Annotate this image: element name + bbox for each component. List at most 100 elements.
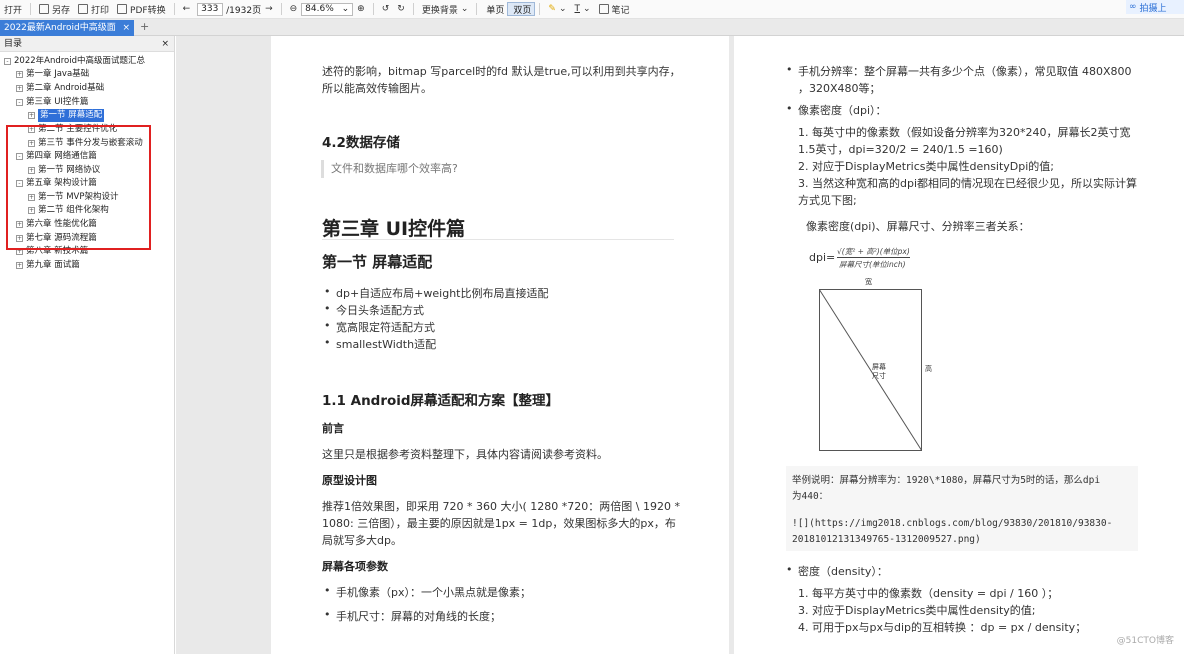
arrow-right-icon: →: [265, 4, 273, 14]
save-as-label: 另存: [52, 5, 71, 16]
outline-item[interactable]: + 第一节 屏幕适配: [28, 109, 105, 122]
diagram-width-label: 宽: [865, 278, 872, 286]
page-number-input[interactable]: 333: [197, 2, 224, 16]
paragraph: 方式见下图;: [798, 194, 857, 207]
screen-diagram: 屏幕 尺寸: [819, 289, 922, 451]
notes-label: 笔记: [611, 5, 630, 16]
next-page-button[interactable]: →: [261, 1, 277, 18]
tab-title: 2022最新Android中高级面试题: [4, 23, 116, 49]
list-item: 手机尺寸：屏幕的对角线的长度；: [324, 608, 501, 624]
expand-icon[interactable]: +: [16, 71, 23, 78]
highlight-button[interactable]: ✎ ⌄: [544, 1, 570, 18]
rotate-right-icon: ↻: [397, 4, 405, 14]
chevron-down-icon: ⌄: [460, 4, 469, 14]
diagram-height-label: 高: [925, 365, 932, 373]
single-page-button[interactable]: 单页: [481, 2, 507, 16]
formula-lhs: dpi=: [809, 251, 836, 264]
capture-button[interactable]: ∞ 拍摄上: [1126, 0, 1184, 14]
outline-item[interactable]: -2022年Android中高级面试题汇总: [4, 55, 145, 68]
divider: [280, 3, 282, 15]
expand-icon[interactable]: +: [16, 262, 23, 269]
paragraph: 推荐1倍效果图，即采用 720 * 360 大小( 1280 *720：两倍图 …: [322, 500, 680, 513]
add-tab-icon[interactable]: +: [140, 20, 149, 33]
single-page-label: 单页: [486, 5, 505, 16]
left-page: 述符的影响，bitmap 写parcel时的fd 默认是true,可以利用到共享…: [271, 36, 729, 654]
divider: [539, 3, 541, 15]
formula-numerator: √(宽² + 高²)(单位px): [837, 247, 910, 258]
pdf-convert-button[interactable]: PDF转换: [113, 1, 170, 18]
paragraph: 2. 对应于DisplayMetrics类中属性densityDpi的值;: [798, 160, 1055, 173]
chevron-down-icon: ⌄: [558, 4, 567, 14]
pdf-icon: [117, 4, 128, 14]
collapse-icon[interactable]: -: [16, 99, 23, 106]
open-label: 打开: [4, 5, 23, 16]
page-total: /1932页: [226, 5, 262, 16]
collapse-icon[interactable]: -: [4, 58, 11, 65]
chapter-heading: 第三章 UI控件篇: [322, 218, 466, 240]
list-item: 手机分辨率：整个屏幕一共有多少个点（像素），常见取值 480X800: [786, 63, 1132, 79]
expand-icon[interactable]: +: [16, 85, 23, 92]
document-viewer[interactable]: 述符的影响，bitmap 写parcel时的fd 默认是true,可以利用到共享…: [176, 36, 1184, 654]
zoom-out-button[interactable]: ⊖: [286, 1, 302, 18]
highlight-box: [6, 125, 151, 250]
divider: [372, 3, 374, 15]
list-item: dp+自适应布局+weight比例布局直接适配: [324, 285, 548, 301]
background-button[interactable]: 更换背景 ⌄: [418, 1, 473, 18]
proto-title: 原型设计图: [322, 474, 377, 487]
rotate-left-button[interactable]: ↺: [378, 1, 394, 18]
heading: 4.2数据存储: [322, 135, 400, 151]
preface-title: 前言: [322, 422, 344, 435]
note-icon: [598, 4, 609, 14]
zoom-out-icon: ⊖: [289, 4, 298, 14]
rotate-right-button[interactable]: ↻: [393, 1, 409, 18]
save-icon: [39, 4, 50, 14]
toolbar: 打开 另存 打印 PDF转换 ← 333 /1932页 → ⊖ 84.6% ⌄ ⊕…: [0, 0, 1184, 19]
params-title: 屏幕各项参数: [322, 560, 388, 573]
close-icon[interactable]: ×: [122, 20, 130, 36]
expand-icon[interactable]: +: [28, 112, 35, 119]
close-icon[interactable]: ×: [161, 36, 169, 51]
paragraph: ，320X480等；: [798, 82, 881, 95]
pdf-convert-label: PDF转换: [130, 5, 166, 16]
outline-item-label: 第一章 Java基础: [26, 69, 90, 79]
list-item: 宽高限定符适配方式: [324, 319, 435, 335]
app-logo-icon: ∞: [1129, 2, 1137, 12]
double-page-button[interactable]: 双页: [507, 2, 536, 16]
divider: [30, 3, 32, 15]
outline-item-label: 第一节 屏幕适配: [38, 109, 105, 122]
chevron-down-icon: ⌄: [341, 3, 350, 14]
paragraph: 3. 对应于DisplayMetrics类中属性density的值;: [798, 604, 1036, 617]
paragraph: 述符的影响，bitmap 写parcel时的fd 默认是true,可以利用到共享…: [322, 65, 681, 78]
paragraph: 局就写多大dp。: [322, 534, 402, 547]
outline-item[interactable]: + 第一章 Java基础: [16, 68, 89, 81]
prev-page-button[interactable]: ←: [179, 1, 195, 18]
text-color-icon: T: [574, 4, 581, 14]
outline-item[interactable]: + 第二章 Android基础: [16, 82, 104, 95]
print-button[interactable]: 打印: [74, 1, 113, 18]
outline-item[interactable]: - 第三章 UI控件篇: [16, 96, 88, 109]
list-item: smallestWidth适配: [324, 336, 436, 352]
section-heading: 第一节 屏幕适配: [322, 253, 433, 271]
zoom-in-button[interactable]: ⊕: [353, 1, 369, 18]
chevron-down-icon: ⌄: [583, 4, 591, 14]
paragraph: 3. 当然这种宽和高的dpi都相同的情况现在已经很少见，所以实际计算: [798, 177, 1138, 190]
paragraph: 1080: 三倍图），最主要的原因就是1px = 1dp，效果图标多大的px，布: [322, 517, 676, 530]
printer-icon: [78, 4, 89, 14]
outline-item[interactable]: + 第九章 面试篇: [16, 259, 80, 272]
code-line: ![](https://img2018.cnblogs.com/blog/938…: [792, 518, 1113, 529]
subsection-heading: 1.1 Android屏幕适配和方案【整理】: [322, 393, 560, 409]
zoom-select[interactable]: 84.6% ⌄: [301, 2, 354, 16]
outline-sidebar: 目录 × -2022年Android中高级面试题汇总 + 第一章 Java基础 + 第二…: [0, 36, 175, 654]
divider: [412, 3, 414, 15]
diagram-center-label: 尺寸: [872, 372, 886, 380]
paragraph: 1. 每英寸中的像素数（假如设备分辨率为320*240，屏幕长2英寸宽: [798, 126, 1131, 139]
notes-button[interactable]: 笔记: [595, 1, 634, 18]
document-tab[interactable]: 2022最新Android中高级面试题 ×: [0, 20, 134, 49]
text-color-button[interactable]: T ⌄: [571, 1, 595, 18]
outline-title: 目录: [4, 39, 23, 49]
open-button[interactable]: 打开: [0, 1, 26, 18]
arrow-left-icon: ←: [182, 4, 191, 14]
paragraph: 1. 每平方英寸中的像素数（density = dpi / 160 ）；: [798, 587, 1059, 600]
save-as-button[interactable]: 另存: [35, 1, 74, 18]
code-block: 举例说明：屏幕分辨率为：1920\*1080，屏幕尺寸为5时的话，那么dpi 为…: [786, 466, 1138, 551]
